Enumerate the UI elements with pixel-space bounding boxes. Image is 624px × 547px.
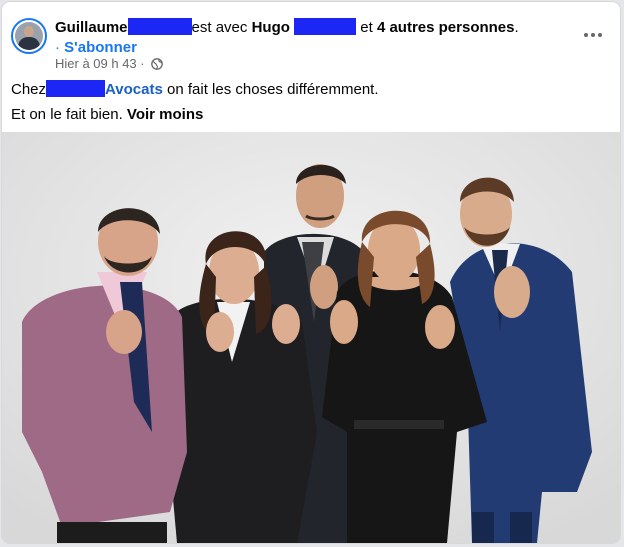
redacted-author-surname — [127, 18, 192, 35]
tagged-person[interactable]: Hugo — [252, 19, 290, 36]
author-name[interactable]: Guillaume — [55, 19, 128, 36]
avatar-face — [24, 26, 34, 37]
post-card: Guillaume est avec Hugo et 4 autres perso… — [2, 2, 620, 543]
connector-text: et — [360, 19, 373, 36]
see-less-button[interactable]: Voir moins — [127, 106, 203, 123]
avatar-body — [18, 37, 40, 50]
message-text-2: Et on le fait bien. — [11, 106, 123, 123]
avatar-photo — [15, 22, 43, 50]
more-dot — [598, 33, 602, 37]
redacted-tagged-surname — [294, 18, 357, 35]
others-link[interactable]: 4 autres personnes — [377, 19, 515, 36]
period: . — [514, 19, 519, 36]
post-photo[interactable] — [2, 132, 620, 543]
subscribe-line: · S'abonner — [55, 38, 137, 58]
post-author-line: Guillaume est avec Hugo et 4 autres perso… — [55, 18, 519, 38]
message-prefix: Chez — [11, 81, 47, 98]
author-avatar[interactable] — [11, 18, 47, 54]
firm-page-link[interactable]: Avocats — [105, 81, 163, 98]
with-text: est avec — [191, 19, 248, 36]
meta-separator: · — [140, 56, 145, 71]
more-dot — [584, 33, 588, 37]
message-line-1: Chez Avocats on fait les choses différemm… — [11, 80, 379, 100]
message-text: on fait les choses différemment. — [167, 81, 379, 98]
more-dot — [591, 33, 595, 37]
message-line-2: Et on le fait bien. Voir moins — [11, 105, 203, 125]
globe-icon[interactable] — [151, 58, 164, 70]
subscribe-button[interactable]: S'abonner — [64, 39, 137, 56]
bullet: · — [55, 39, 60, 56]
post-timestamp[interactable]: Hier à 09 h 43 — [55, 56, 137, 71]
post-meta: Hier à 09 h 43 · — [55, 56, 164, 72]
redacted-firm-name — [46, 80, 106, 97]
post-header: Guillaume est avec Hugo et 4 autres perso… — [2, 2, 620, 76]
more-options-icon[interactable] — [578, 22, 608, 48]
